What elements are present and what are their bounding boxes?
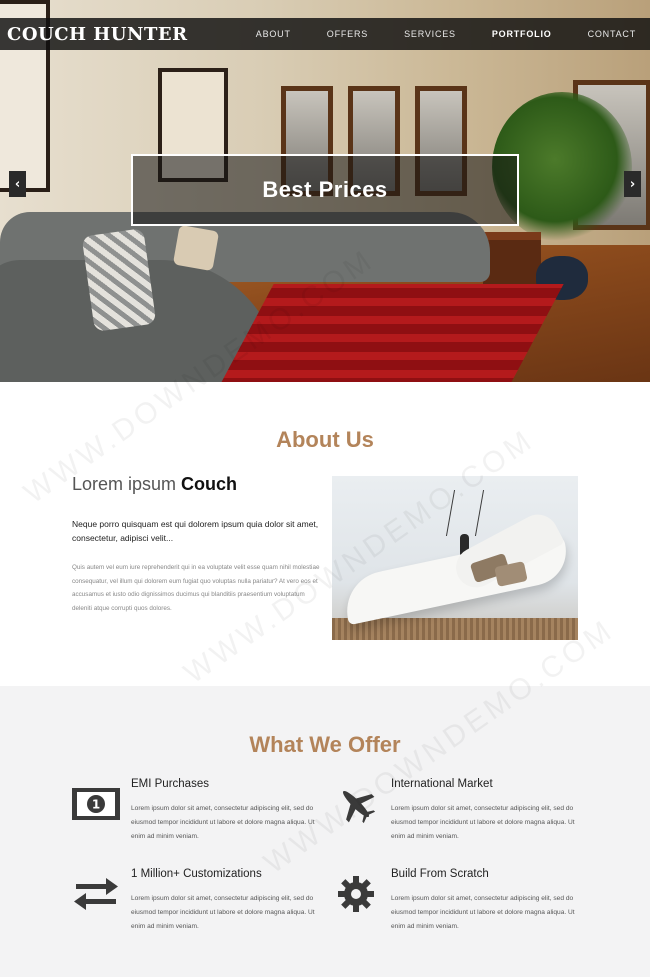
feature-title: Build From Scratch bbox=[391, 868, 489, 880]
feature-desc: Lorem ipsum dolor sit amet, consectetur … bbox=[131, 895, 315, 930]
about-lead-text: Neque porro quisquam est qui dolorem ips… bbox=[72, 519, 319, 543]
feature-desc: Lorem ipsum dolor sit amet, consectetur … bbox=[131, 805, 315, 840]
brand-logo[interactable]: COUCH HUNTER bbox=[0, 24, 188, 45]
hero-banner: COUCH HUNTER ABOUT OFFERS SERVICES PORTF… bbox=[0, 0, 650, 382]
about-heading-light: Lorem ipsum bbox=[72, 474, 182, 494]
carousel-prev-button[interactable]: ‹ bbox=[9, 171, 26, 197]
feature-desc: Lorem ipsum dolor sit amet, consectetur … bbox=[391, 895, 575, 930]
gear-icon bbox=[331, 872, 381, 916]
main-nav: ABOUT OFFERS SERVICES PORTFOLIO CONTACT bbox=[220, 29, 650, 39]
chevron-left-icon: ‹ bbox=[14, 176, 21, 192]
chevron-right-icon: › bbox=[629, 176, 636, 192]
feature-desc: Lorem ipsum dolor sit amet, consectetur … bbox=[391, 805, 575, 840]
about-image bbox=[332, 476, 578, 640]
exchange-icon bbox=[71, 872, 121, 916]
offer-section: What We Offer 1 EMI Purchases Lorem ipsu… bbox=[0, 686, 650, 977]
feature-title: 1 Million+ Customizations bbox=[131, 868, 262, 880]
about-heading-bold: Couch bbox=[181, 474, 238, 494]
nav-about[interactable]: ABOUT bbox=[256, 29, 291, 39]
image-twigs bbox=[445, 490, 485, 536]
money-icon: 1 bbox=[71, 782, 121, 826]
plane-icon bbox=[331, 782, 381, 826]
hero-caption-box: Best Prices bbox=[131, 154, 519, 226]
navbar: COUCH HUNTER ABOUT OFFERS SERVICES PORTF… bbox=[0, 18, 650, 50]
about-heading: Lorem ipsum Couch bbox=[72, 474, 237, 495]
carousel-next-button[interactable]: › bbox=[624, 171, 641, 197]
image-floor bbox=[332, 618, 578, 640]
offer-title: What We Offer bbox=[249, 732, 401, 757]
about-body-text: Quis autem vel eum iure reprehenderit qu… bbox=[72, 564, 320, 612]
feature-title: EMI Purchases bbox=[131, 778, 209, 790]
nav-portfolio[interactable]: PORTFOLIO bbox=[492, 29, 552, 39]
nav-offers[interactable]: OFFERS bbox=[327, 29, 368, 39]
side-table bbox=[483, 232, 541, 292]
red-rug bbox=[218, 284, 564, 382]
nav-contact[interactable]: CONTACT bbox=[588, 29, 636, 39]
pillow bbox=[81, 228, 157, 332]
svg-text:1: 1 bbox=[92, 798, 100, 812]
about-title: About Us bbox=[276, 427, 374, 452]
hero-caption: Best Prices bbox=[262, 177, 388, 202]
feature-title: International Market bbox=[391, 778, 493, 790]
nav-services[interactable]: SERVICES bbox=[404, 29, 456, 39]
pillow bbox=[172, 224, 220, 272]
about-section: About Us Lorem ipsum Couch Neque porro q… bbox=[0, 382, 650, 686]
